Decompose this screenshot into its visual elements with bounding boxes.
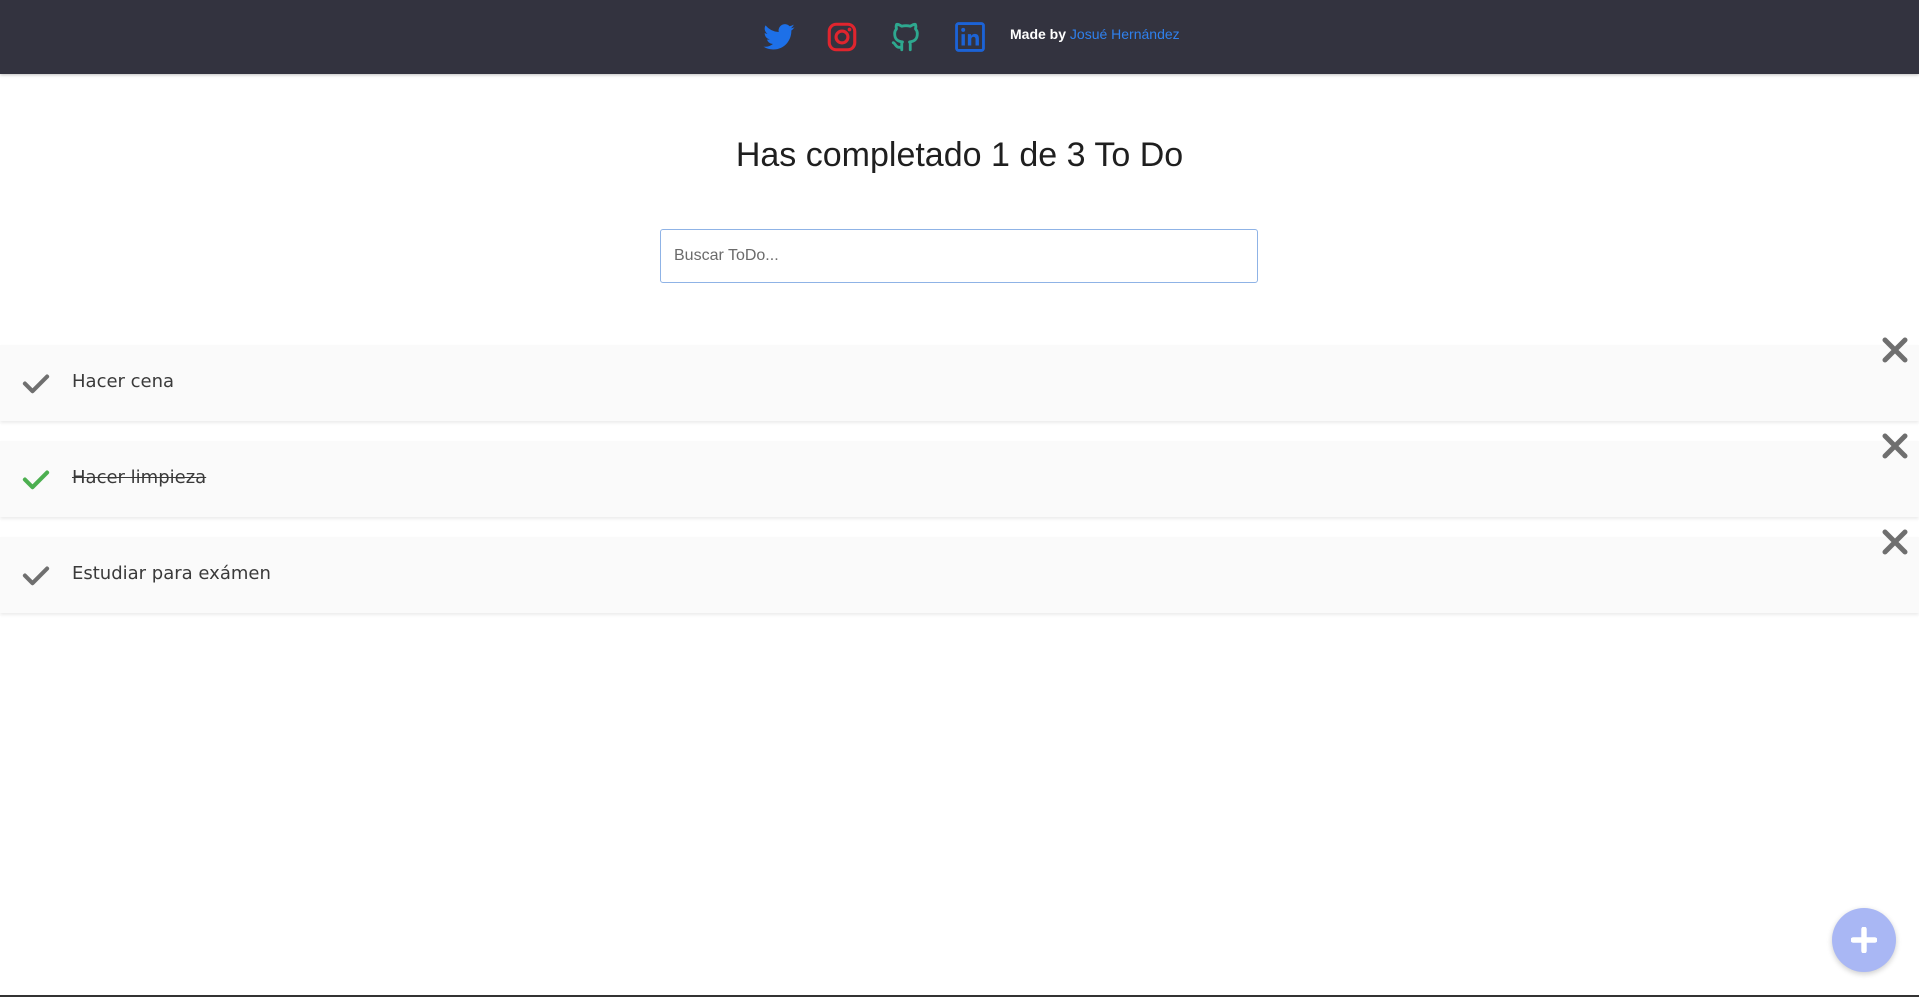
todo-text: Hacer limpieza — [72, 467, 207, 488]
close-icon — [1882, 433, 1908, 459]
github-link[interactable] — [889, 20, 923, 54]
linkedin-link[interactable] — [953, 20, 987, 54]
top-bar: Made by Josué Hernández — [0, 0, 1919, 74]
delete-todo-button[interactable] — [1880, 527, 1910, 557]
instagram-link[interactable] — [825, 20, 859, 54]
todo-text: Estudiar para exámen — [72, 563, 271, 584]
page-title: Has completado 1 de 3 To Do — [735, 136, 1184, 174]
author-link[interactable]: Josué Hernández — [1070, 26, 1180, 42]
instagram-icon — [825, 20, 859, 54]
credit-prefix: Made by — [1010, 26, 1067, 42]
check-icon[interactable] — [22, 465, 50, 493]
search-input[interactable] — [660, 229, 1258, 283]
credit: Made by Josué Hernández — [1010, 26, 1180, 42]
close-icon — [1882, 337, 1908, 363]
twitter-icon — [762, 20, 796, 54]
plus-icon — [1851, 927, 1877, 953]
delete-todo-button[interactable] — [1880, 335, 1910, 365]
todo-text: Hacer cena — [72, 371, 175, 392]
twitter-link[interactable] — [762, 20, 796, 54]
todo-item: Hacer cena — [0, 345, 1919, 421]
close-icon — [1882, 529, 1908, 555]
delete-todo-button[interactable] — [1880, 431, 1910, 461]
todo-item: Hacer limpieza — [0, 441, 1919, 517]
check-icon[interactable] — [22, 369, 50, 397]
linkedin-icon — [953, 20, 987, 54]
todo-item: Estudiar para exámen — [0, 537, 1919, 613]
github-icon — [889, 20, 923, 54]
add-todo-button[interactable] — [1832, 908, 1896, 972]
check-icon[interactable] — [22, 561, 50, 589]
